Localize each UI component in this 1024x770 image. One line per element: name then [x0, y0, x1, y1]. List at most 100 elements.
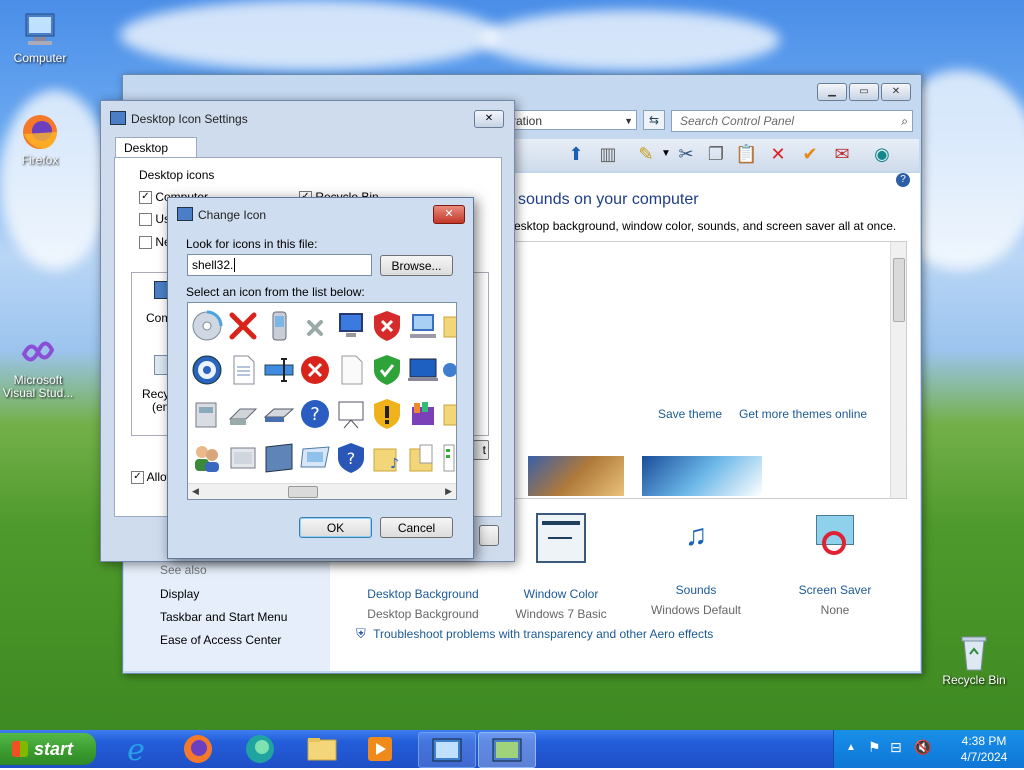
- disk-drive-icon[interactable]: [226, 397, 260, 431]
- scroll-left-arrow-icon[interactable]: ◀: [192, 486, 199, 497]
- close-button[interactable]: ✕: [881, 83, 911, 101]
- cancel-button[interactable]: Cancel: [380, 517, 453, 538]
- folder-document-icon[interactable]: [406, 441, 440, 475]
- display-icon[interactable]: [298, 441, 332, 475]
- programs-box-icon[interactable]: [406, 397, 440, 431]
- help-icon[interactable]: ?: [896, 173, 910, 187]
- chevron-down-icon[interactable]: ▼: [624, 111, 633, 131]
- help-icon[interactable]: ?: [298, 397, 332, 431]
- desktop-icon-firefox[interactable]: Firefox: [2, 112, 78, 167]
- checkbox[interactable]: [139, 236, 152, 250]
- checkbox[interactable]: ✓: [131, 471, 144, 485]
- tab-desktop-icons[interactable]: Desktop Icons: [115, 137, 197, 175]
- error-icon[interactable]: [298, 353, 332, 387]
- close-button[interactable]: ✕: [433, 205, 465, 224]
- panel-icon[interactable]: ▥: [597, 143, 619, 165]
- desktop-icon-computer[interactable]: Computer: [2, 10, 78, 65]
- panel-icon[interactable]: [262, 441, 296, 475]
- check-icon[interactable]: ✔: [799, 143, 821, 165]
- mail-icon[interactable]: ✉: [831, 143, 853, 165]
- projector-screen-icon[interactable]: [334, 397, 368, 431]
- setting-window-color[interactable]: Window Color Windows 7 Basic: [496, 513, 626, 621]
- minimize-button[interactable]: ▁: [817, 83, 847, 101]
- properties-icon[interactable]: ✎: [635, 143, 657, 165]
- see-also-display-link[interactable]: Display: [160, 587, 199, 601]
- control-wheel-icon[interactable]: [190, 353, 224, 387]
- hidden-button[interactable]: t: [473, 440, 489, 460]
- firefox-icon[interactable]: [174, 732, 222, 766]
- setting-sounds[interactable]: ♫ Sounds Windows Default: [631, 513, 761, 617]
- checkbox[interactable]: [139, 213, 152, 227]
- icon-list-scrollbar[interactable]: ◀ ▶: [188, 483, 456, 499]
- troubleshoot-row[interactable]: ⛨ Troubleshoot problems with transparenc…: [356, 626, 713, 642]
- start-button[interactable]: start: [0, 733, 96, 765]
- ok-button[interactable]: OK: [299, 517, 372, 538]
- window-frame-icon[interactable]: [226, 441, 260, 475]
- themes-scrollbar[interactable]: [890, 242, 906, 498]
- cd-drive-icon[interactable]: [190, 309, 224, 343]
- address-bar[interactable]: ration ▼: [509, 110, 637, 130]
- file-explorer-icon[interactable]: [298, 732, 346, 766]
- icon-list[interactable]: ? ? ♪ ◀ ▶: [187, 302, 457, 500]
- setting-desktop-background[interactable]: Desktop Background Desktop Background: [358, 587, 488, 621]
- laptop-screen-icon[interactable]: [406, 353, 440, 387]
- close-button[interactable]: ✕: [474, 110, 504, 128]
- folder-icon[interactable]: [442, 397, 456, 431]
- edge-icon[interactable]: [236, 732, 284, 766]
- up-arrow-icon[interactable]: ⬆: [565, 143, 587, 165]
- scrollbar-thumb[interactable]: [893, 258, 905, 322]
- shield-help-icon[interactable]: ?: [334, 441, 368, 475]
- dropdown-arrow-icon[interactable]: ▼: [655, 143, 677, 165]
- save-theme-link[interactable]: Save theme: [658, 407, 722, 421]
- desktop-icon-recycle-bin[interactable]: Recycle Bin: [936, 632, 1012, 687]
- music-folder-icon[interactable]: ♪: [370, 441, 404, 475]
- setting-screen-saver[interactable]: Screen Saver None: [770, 513, 900, 617]
- theme-thumbnail[interactable]: [528, 456, 624, 496]
- scanner-icon[interactable]: [262, 397, 296, 431]
- grey-x-icon[interactable]: [298, 309, 332, 343]
- shell-icon[interactable]: ◉: [871, 143, 893, 165]
- get-more-themes-link[interactable]: Get more themes online: [739, 407, 867, 421]
- settings-icon[interactable]: [442, 353, 456, 387]
- show-hidden-icons[interactable]: ▲: [846, 742, 856, 753]
- refresh-icon[interactable]: ⇆: [643, 110, 665, 130]
- rename-icon[interactable]: [262, 353, 296, 387]
- theme-thumbnail[interactable]: [642, 456, 762, 496]
- desktop-icon-visual-studio[interactable]: Microsoft Visual Stud...: [0, 332, 76, 400]
- file-name-input[interactable]: shell32.: [187, 254, 372, 276]
- monitor-icon[interactable]: [334, 309, 368, 343]
- see-also-taskbar-link[interactable]: Taskbar and Start Menu: [160, 610, 287, 624]
- control-panel-taskbar-button[interactable]: [418, 732, 476, 768]
- see-also-ease-link[interactable]: Ease of Access Center: [160, 633, 281, 647]
- delete-icon[interactable]: ✕: [767, 143, 789, 165]
- cut-icon[interactable]: ✂: [675, 143, 697, 165]
- checkbox[interactable]: ✓: [139, 191, 152, 205]
- desktop-icon-settings-taskbar-button[interactable]: [478, 732, 536, 768]
- list-icon[interactable]: [442, 441, 456, 475]
- shield-error-icon[interactable]: [370, 309, 404, 343]
- blank-document-icon[interactable]: [334, 353, 368, 387]
- checkbox-network[interactable]: Ne: [139, 235, 171, 250]
- copy-icon[interactable]: ❐: [705, 143, 727, 165]
- maximize-button[interactable]: ▭: [849, 83, 879, 101]
- browse-button[interactable]: Browse...: [380, 255, 453, 276]
- flag-icon[interactable]: ⚑: [868, 739, 881, 756]
- paste-icon[interactable]: 📋: [735, 143, 757, 165]
- folder-icon[interactable]: [442, 309, 456, 343]
- network-icon[interactable]: ⊟: [890, 739, 902, 756]
- search-input[interactable]: Search Control Panel ⌕: [671, 110, 913, 132]
- internet-explorer-icon[interactable]: e: [112, 732, 160, 768]
- network-computer-icon[interactable]: [406, 309, 440, 343]
- shield-warning-icon[interactable]: [370, 397, 404, 431]
- clock-time[interactable]: 4:38 PM: [952, 734, 1016, 748]
- volume-muted-icon[interactable]: 🔇: [914, 739, 931, 756]
- pda-icon[interactable]: [262, 309, 296, 343]
- clock-date[interactable]: 4/7/2024: [952, 750, 1016, 764]
- search-icon[interactable]: ⌕: [901, 111, 908, 131]
- shield-check-icon[interactable]: [370, 353, 404, 387]
- media-player-icon[interactable]: [356, 732, 404, 766]
- scrollbar-thumb[interactable]: [288, 486, 318, 498]
- red-x-icon[interactable]: [226, 309, 260, 343]
- dialog-button[interactable]: [479, 525, 499, 546]
- scroll-right-arrow-icon[interactable]: ▶: [445, 486, 452, 497]
